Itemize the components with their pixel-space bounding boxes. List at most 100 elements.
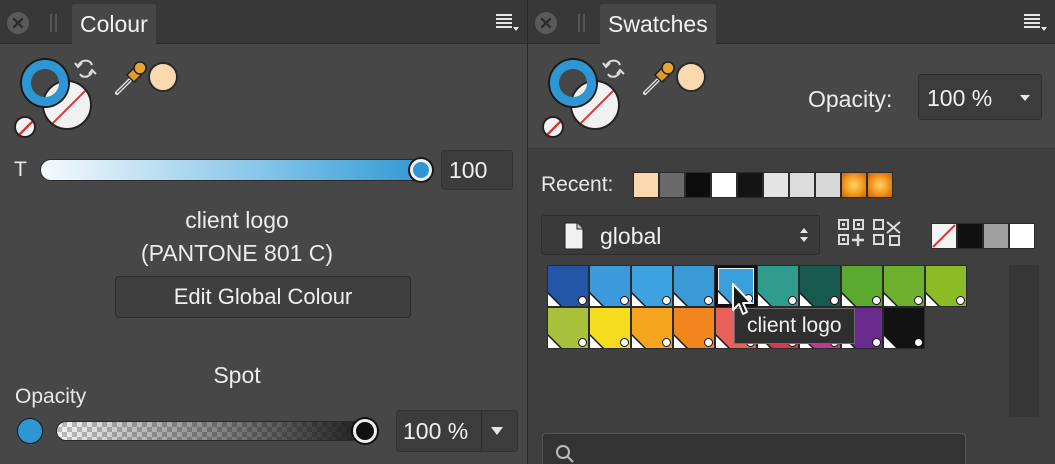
panel-menu-icon[interactable] <box>494 12 520 32</box>
fill-colour-well[interactable] <box>22 60 68 106</box>
colour-picker-icon[interactable] <box>640 60 676 96</box>
opacity-dropdown[interactable]: 100 % <box>918 74 1042 120</box>
opacity-colour-dot <box>17 418 43 444</box>
spot-corner-icon <box>884 294 896 306</box>
recent-swatch[interactable] <box>867 172 893 198</box>
no-colour-icon[interactable] <box>542 116 564 138</box>
close-panel-icon[interactable] <box>7 12 29 34</box>
palette-swatch[interactable] <box>547 265 589 307</box>
palette-swatch[interactable] <box>673 265 715 307</box>
palette-selector[interactable]: global <box>541 215 820 255</box>
swatches-panel: Swatches Opacity: 100 % Recent: global c… <box>528 0 1055 464</box>
tab-swatches[interactable]: Swatches <box>600 4 716 44</box>
palette-swatch[interactable] <box>589 265 631 307</box>
search-icon <box>556 445 574 463</box>
drag-grip-icon[interactable] <box>578 14 585 32</box>
global-colour-dot <box>620 296 629 305</box>
no-colour-icon <box>932 224 956 248</box>
colour-code: (PANTONE 801 C) <box>140 240 334 266</box>
colour-tab-bar: Colour <box>0 0 527 44</box>
palette-swatch[interactable] <box>589 307 631 349</box>
global-colour-dot <box>578 296 587 305</box>
opacity-slider-handle[interactable] <box>353 419 377 443</box>
spot-corner-icon <box>548 294 560 306</box>
spot-corner-icon <box>842 294 854 306</box>
opacity-slider[interactable] <box>56 421 376 441</box>
quick-swatch[interactable] <box>983 223 1009 249</box>
recent-swatch[interactable] <box>841 172 867 198</box>
global-colour-dot <box>704 296 713 305</box>
swap-colours-icon[interactable] <box>72 56 98 82</box>
transparency-slider-handle[interactable] <box>410 159 432 181</box>
palette-name: global <box>600 223 662 249</box>
palette-swatch[interactable] <box>883 265 925 307</box>
no-colour-swatch[interactable] <box>931 223 957 249</box>
tab-colour[interactable]: Colour <box>72 4 156 44</box>
spot-corner-icon <box>632 336 644 348</box>
remove-swatch-icon[interactable] <box>872 218 902 248</box>
swap-colours-icon[interactable] <box>600 56 626 82</box>
recent-swatch[interactable] <box>815 172 841 198</box>
recent-swatch[interactable] <box>737 172 763 198</box>
spot-corner-icon <box>674 294 686 306</box>
fill-colour-well[interactable] <box>550 60 596 106</box>
dropdown-separator <box>481 411 482 451</box>
colour-panel: Colour T 100 client logo (PANTONE 801 C)… <box>0 0 527 464</box>
opacity-value[interactable]: 100 % <box>403 411 468 451</box>
palette-swatch[interactable] <box>841 265 883 307</box>
opacity-value[interactable]: 100 % <box>927 75 992 121</box>
global-colour-dot <box>830 296 839 305</box>
no-colour-icon[interactable] <box>14 116 36 138</box>
spot-corner-icon <box>548 336 560 348</box>
spot-corner-icon <box>884 336 896 348</box>
close-panel-icon[interactable] <box>535 12 557 34</box>
colour-name: client logo <box>185 207 289 233</box>
recent-swatch[interactable] <box>789 172 815 198</box>
transparency-label: T <box>14 158 27 181</box>
palette-swatch[interactable] <box>547 307 589 349</box>
global-colour-dot <box>704 338 713 347</box>
palette-swatch[interactable] <box>799 265 841 307</box>
transparency-value-field[interactable]: 100 <box>441 150 513 190</box>
global-colour-dot <box>788 296 797 305</box>
add-swatch-icon[interactable] <box>837 218 867 248</box>
colour-picker-icon[interactable] <box>112 60 148 96</box>
recent-swatch[interactable] <box>763 172 789 198</box>
spot-corner-icon <box>716 336 728 348</box>
chevron-down-icon[interactable] <box>489 421 505 441</box>
recent-swatch[interactable] <box>685 172 711 198</box>
recent-swatch[interactable] <box>633 172 659 198</box>
palette-swatch[interactable] <box>673 307 715 349</box>
spot-corner-icon <box>674 336 686 348</box>
quick-swatch[interactable] <box>957 223 983 249</box>
palette-swatch[interactable] <box>631 307 673 349</box>
picked-colour-swatch[interactable] <box>148 62 178 92</box>
recent-swatch[interactable] <box>711 172 737 198</box>
palette-swatch[interactable] <box>757 265 799 307</box>
spot-corner-icon <box>632 294 644 306</box>
quick-swatch[interactable] <box>1009 223 1035 249</box>
edit-global-colour-button[interactable]: Edit Global Colour <box>115 276 411 318</box>
quick-swatches <box>931 223 1035 249</box>
spot-corner-icon <box>926 294 938 306</box>
chevron-down-icon[interactable] <box>1019 93 1031 103</box>
opacity-label: Opacity <box>15 385 87 408</box>
updown-chevron-icon[interactable] <box>798 224 810 246</box>
picked-colour-swatch[interactable] <box>676 62 706 92</box>
panel-menu-icon[interactable] <box>1022 12 1048 32</box>
spot-corner-icon <box>590 336 602 348</box>
drag-grip-icon[interactable] <box>50 14 57 32</box>
swatch-search-input[interactable] <box>542 433 966 464</box>
swatch-scrollbar[interactable] <box>1009 265 1039 417</box>
palette-swatch[interactable] <box>631 265 673 307</box>
global-colour-dot <box>914 338 923 347</box>
palette-swatch[interactable] <box>883 307 925 349</box>
palette-swatch[interactable] <box>925 265 967 307</box>
swatches-tab-bar: Swatches <box>528 0 1055 44</box>
document-icon <box>564 222 584 250</box>
recent-swatch[interactable] <box>659 172 685 198</box>
global-colour-dot <box>872 338 881 347</box>
transparency-slider[interactable] <box>40 159 430 181</box>
recent-label: Recent: <box>541 173 614 196</box>
opacity-dropdown[interactable]: 100 % <box>396 410 518 452</box>
